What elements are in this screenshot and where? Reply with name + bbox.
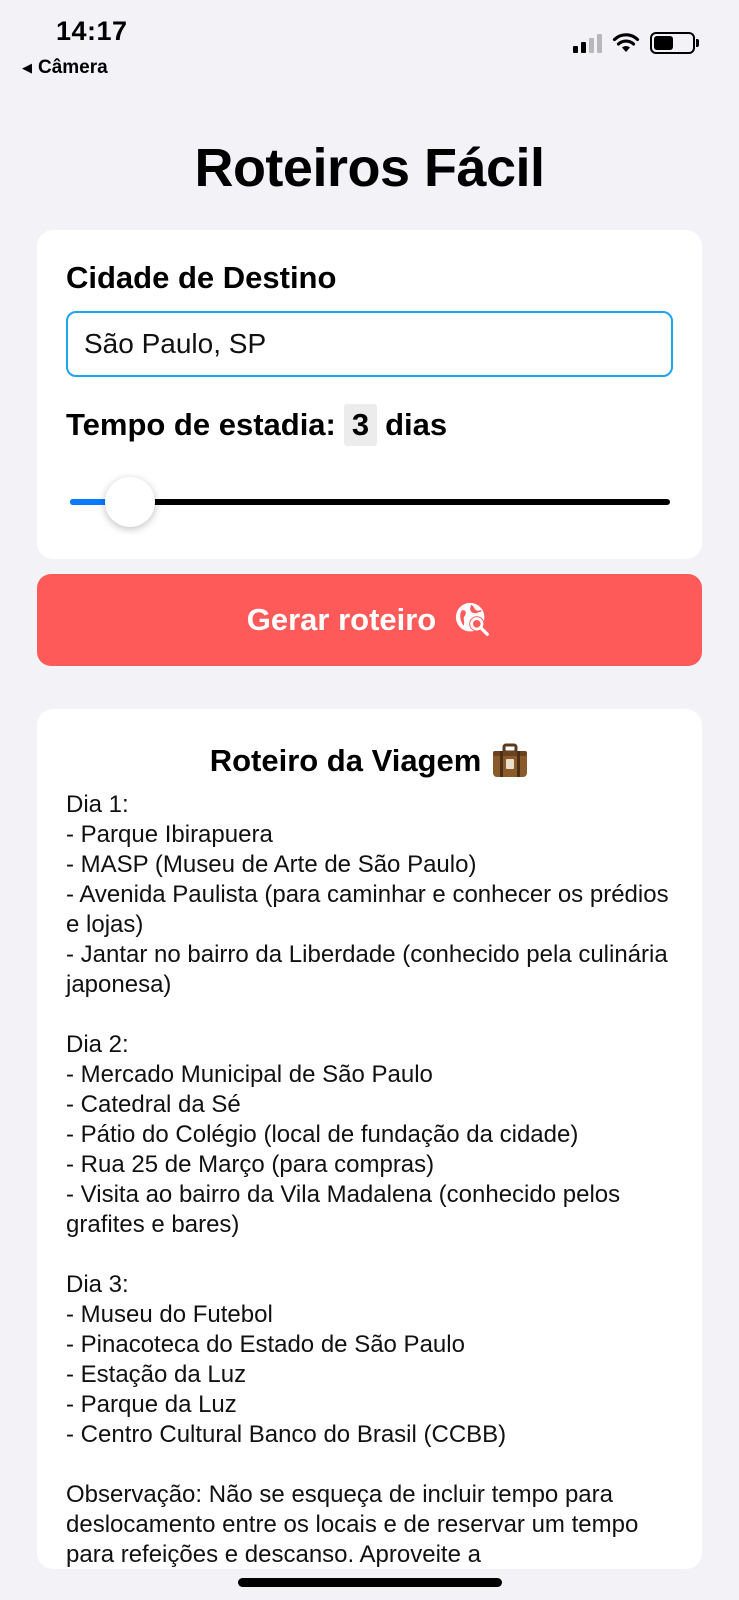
city-input[interactable]: [66, 311, 673, 377]
trip-form-card: Cidade de Destino Tempo de estadia: 3 di…: [37, 230, 702, 559]
battery-icon: [650, 32, 699, 54]
generate-button-label: Gerar roteiro: [246, 602, 437, 637]
home-indicator[interactable]: [238, 1578, 502, 1587]
itinerary-text: Dia 1: - Parque Ibirapuera - MASP (Museu…: [66, 791, 669, 1568]
globe-search-icon: [456, 602, 490, 636]
suitcase-icon: [493, 743, 528, 777]
slider-thumb[interactable]: [105, 477, 155, 527]
status-time: 14:17: [56, 16, 128, 46]
stay-duration-label: Tempo de estadia: 3 dias: [66, 404, 447, 446]
generate-itinerary-button[interactable]: Gerar roteiro: [37, 574, 702, 666]
stay-unit: dias: [385, 407, 448, 442]
itinerary-card: Roteiro da Viagem Dia 1: - Parque Ibirap…: [37, 709, 702, 1569]
battery-level: [654, 36, 673, 50]
itinerary-title-text: Roteiro da Viagem: [209, 743, 482, 778]
slider-track[interactable]: [70, 499, 670, 505]
stay-label-text: Tempo de estadia:: [66, 407, 336, 442]
itinerary-title: Roteiro da Viagem: [37, 743, 702, 779]
status-icons: [573, 32, 699, 54]
status-bar: 14:17 ◀ Câmera: [0, 0, 739, 90]
page-title: Roteiros Fácil: [194, 138, 545, 198]
wifi-icon: [612, 33, 640, 52]
city-label: Cidade de Destino: [66, 260, 337, 295]
back-triangle-icon: ◀: [22, 60, 32, 75]
back-app-label: Câmera: [38, 57, 108, 78]
back-to-app-link[interactable]: ◀ Câmera: [22, 57, 108, 79]
cellular-signal-icon: [573, 33, 602, 53]
stay-duration-slider[interactable]: [70, 477, 670, 527]
stay-days-value: 3: [343, 404, 378, 446]
